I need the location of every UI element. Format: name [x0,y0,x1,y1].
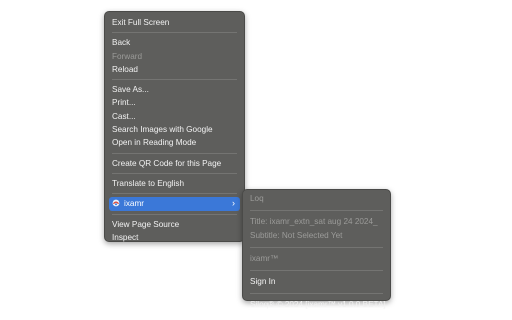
menu-item-search-images[interactable]: Search Images with Google [105,123,244,136]
menu-item-forward: Forward [112,51,143,61]
menu-item-ixamr-extension[interactable]: ixamr › [109,197,240,211]
submenu-brand: ixamr™ [250,254,279,263]
menu-item-view-page-source[interactable]: View Page Source [105,218,244,231]
menu-separator [112,213,237,215]
menu-item-print[interactable]: Print... [105,96,244,109]
menu-item-translate[interactable]: Translate to English [105,177,244,190]
menu-item-cast[interactable]: Cast... [105,110,244,123]
submenu-subtitle-line: Subtitle: Not Selected Yet [250,231,343,240]
menu-separator [250,270,383,271]
submenu-footer: Siloq® © 2024 [ixamr™ v1.0.0 BETA] [250,300,386,309]
menu-item-back[interactable]: Back [105,36,244,49]
menu-separator [112,32,237,34]
extension-submenu: Loq Title: ixamr_extn_sat aug 24 2024_ S… [242,189,391,309]
submenu-sign-in[interactable]: Sign In [243,275,390,289]
menu-separator [112,193,237,195]
menu-separator [250,247,383,248]
menu-item-save-as[interactable]: Save As... [105,83,244,96]
menu-item-label: ixamr [124,199,145,209]
menu-separator [250,293,383,294]
menu-separator [250,210,383,211]
menu-item-inspect[interactable]: Inspect [105,231,244,244]
chevron-right-icon: › [232,198,235,209]
menu-item-create-qr-code[interactable]: Create QR Code for this Page [105,157,244,170]
submenu-title-line: Title: ixamr_extn_sat aug 24 2024_ [250,217,378,226]
extension-logo-icon [112,198,120,207]
menu-separator [112,152,237,154]
context-menu: Exit Full Screen Back Forward Reload Sav… [104,11,245,242]
menu-item-reading-mode[interactable]: Open in Reading Mode [105,136,244,149]
menu-separator [112,172,237,174]
menu-separator [112,79,237,81]
menu-item-exit-full-screen[interactable]: Exit Full Screen [105,16,244,29]
menu-item-reload[interactable]: Reload [105,63,244,76]
submenu-header: Loq [250,194,264,203]
